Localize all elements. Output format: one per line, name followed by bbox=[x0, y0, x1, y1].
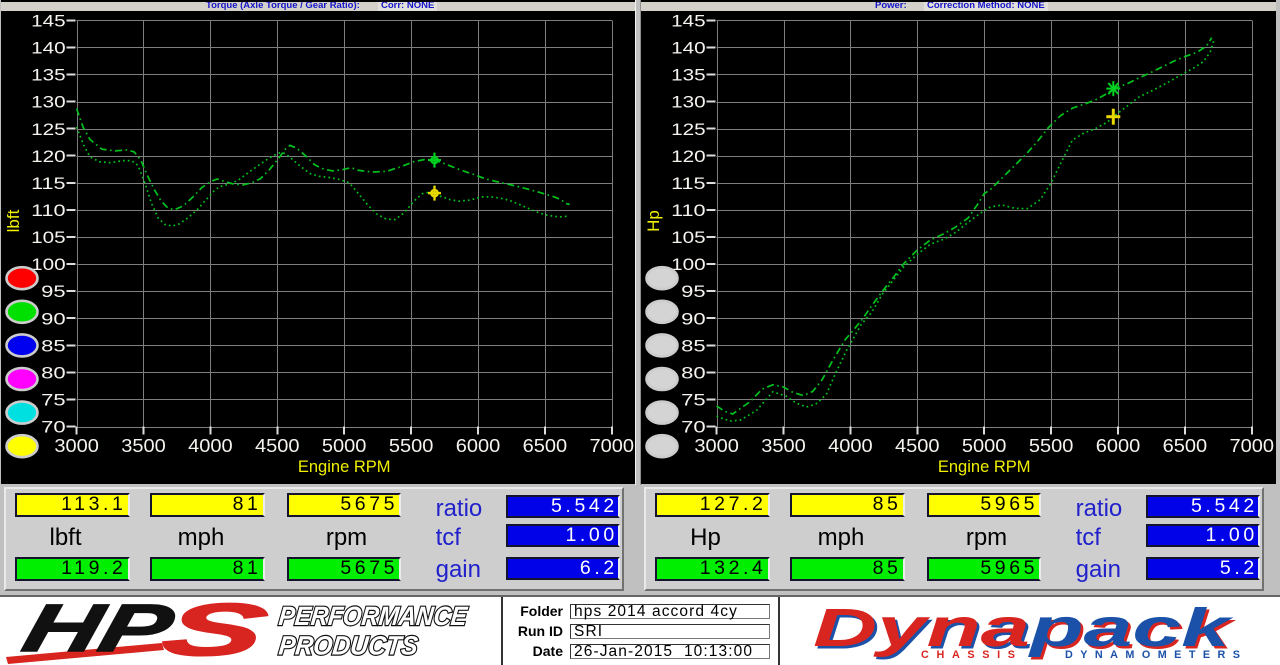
svg-text:lbft: lbft bbox=[4, 209, 23, 232]
svg-text:75: 75 bbox=[41, 392, 66, 410]
svg-text:3500: 3500 bbox=[761, 435, 806, 456]
svg-text:85: 85 bbox=[41, 337, 66, 355]
svg-text:5000: 5000 bbox=[962, 435, 1007, 456]
svg-text:4500: 4500 bbox=[895, 435, 940, 456]
svg-text:7000: 7000 bbox=[1230, 435, 1275, 456]
svg-text:7000: 7000 bbox=[590, 435, 635, 456]
svg-text:140: 140 bbox=[671, 40, 706, 58]
svg-text:Engine RPM: Engine RPM bbox=[298, 458, 391, 476]
svg-text:5500: 5500 bbox=[389, 435, 434, 456]
svg-text:135: 135 bbox=[671, 67, 706, 85]
svg-text:125: 125 bbox=[671, 121, 706, 139]
svg-text:110: 110 bbox=[31, 202, 66, 220]
svg-text:3000: 3000 bbox=[54, 435, 99, 456]
svg-text:115: 115 bbox=[31, 175, 66, 193]
svg-text:130: 130 bbox=[31, 94, 66, 112]
svg-text:5000: 5000 bbox=[322, 435, 367, 456]
svg-text:6000: 6000 bbox=[1096, 435, 1141, 456]
svg-text:145: 145 bbox=[671, 12, 706, 30]
svg-text:5500: 5500 bbox=[1029, 435, 1074, 456]
svg-text:6000: 6000 bbox=[456, 435, 501, 456]
svg-text:PERFORMANCE: PERFORMANCE bbox=[277, 601, 469, 631]
svg-text:4500: 4500 bbox=[255, 435, 300, 456]
svg-text:3000: 3000 bbox=[694, 435, 739, 456]
svg-text:110: 110 bbox=[671, 202, 706, 220]
svg-text:125: 125 bbox=[31, 121, 66, 139]
svg-text:145: 145 bbox=[31, 12, 66, 30]
svg-text:140: 140 bbox=[31, 40, 66, 58]
svg-text:3500: 3500 bbox=[121, 435, 166, 456]
svg-text:6500: 6500 bbox=[1163, 435, 1208, 456]
svg-text:115: 115 bbox=[671, 175, 706, 193]
svg-text:90: 90 bbox=[41, 310, 66, 328]
svg-text:95: 95 bbox=[681, 283, 706, 301]
svg-text:75: 75 bbox=[681, 392, 706, 410]
svg-text:90: 90 bbox=[681, 310, 706, 328]
svg-text:80: 80 bbox=[41, 364, 66, 382]
svg-text:PRODUCTS: PRODUCTS bbox=[277, 631, 419, 661]
svg-text:120: 120 bbox=[31, 148, 66, 166]
svg-text:100: 100 bbox=[671, 256, 706, 274]
svg-text:135: 135 bbox=[31, 67, 66, 85]
svg-text:6500: 6500 bbox=[523, 435, 568, 456]
svg-text:4000: 4000 bbox=[828, 435, 873, 456]
svg-text:4000: 4000 bbox=[188, 435, 233, 456]
svg-text:85: 85 bbox=[681, 337, 706, 355]
svg-text:80: 80 bbox=[681, 364, 706, 382]
svg-text:HP: HP bbox=[16, 597, 182, 665]
svg-text:Engine RPM: Engine RPM bbox=[938, 458, 1031, 476]
svg-text:105: 105 bbox=[31, 229, 66, 247]
svg-text:Hp: Hp bbox=[644, 210, 663, 232]
svg-text:100: 100 bbox=[31, 256, 66, 274]
svg-text:95: 95 bbox=[41, 283, 66, 301]
svg-text:105: 105 bbox=[671, 229, 706, 247]
svg-text:S: S bbox=[155, 597, 276, 665]
svg-text:120: 120 bbox=[671, 148, 706, 166]
svg-text:130: 130 bbox=[671, 94, 706, 112]
